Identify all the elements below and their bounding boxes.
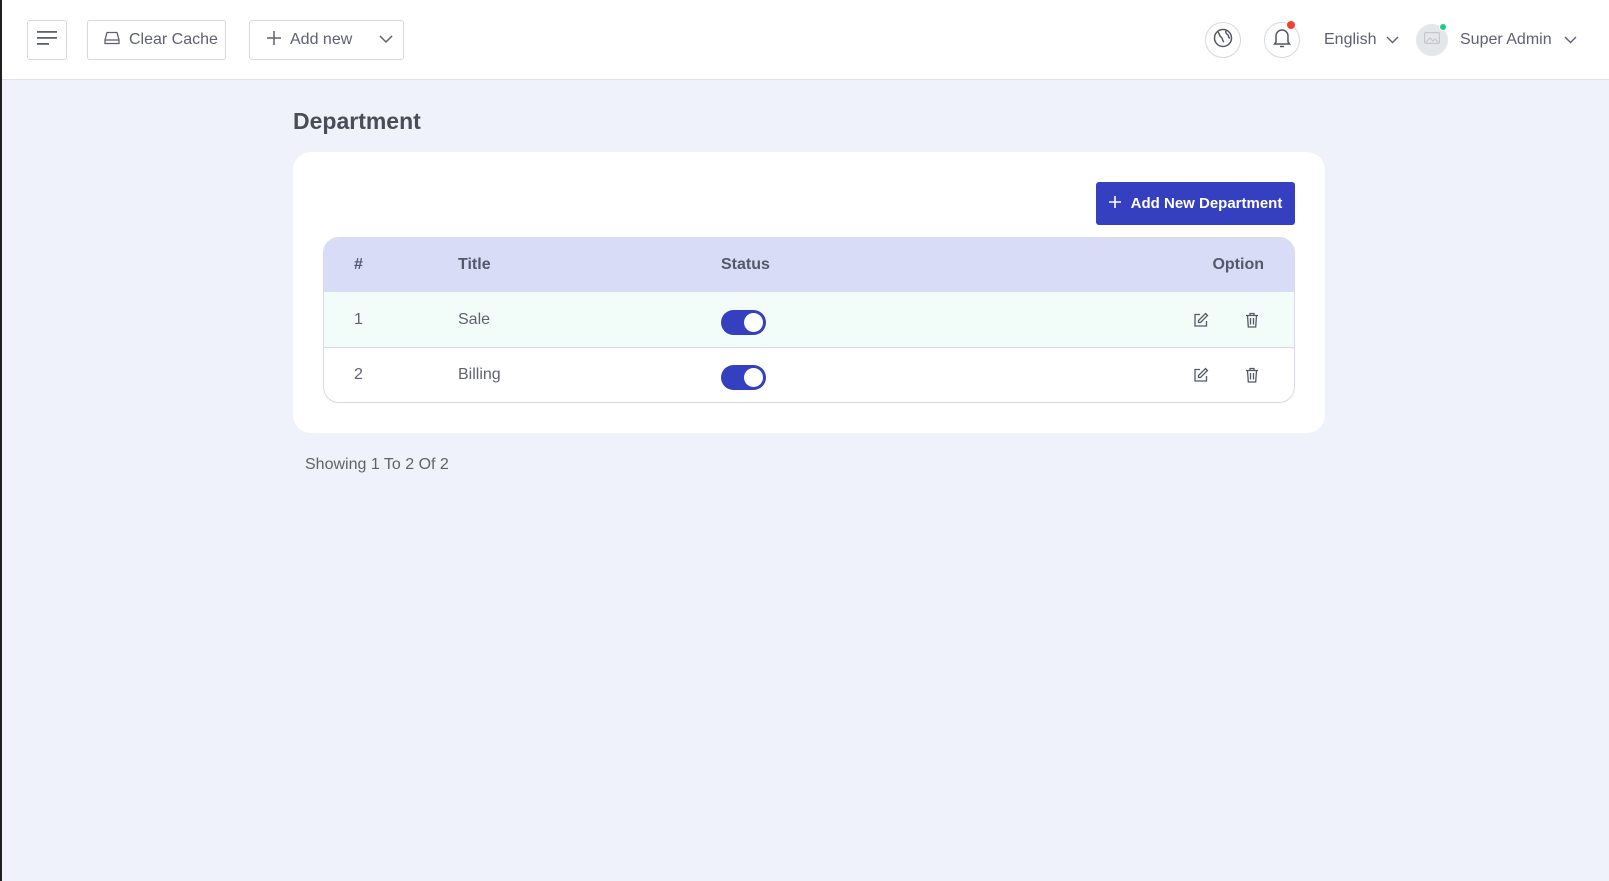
table-header: # Title Status Option	[324, 238, 1294, 292]
avatar	[1416, 23, 1448, 56]
eraser-icon	[104, 31, 120, 50]
globe-icon	[1213, 28, 1233, 53]
row-title: Billing	[458, 366, 501, 383]
status-cell	[721, 292, 766, 347]
plus-icon	[267, 30, 281, 50]
website-globe-button[interactable]	[1205, 22, 1241, 58]
add-new-department-button[interactable]: Add New Department	[1096, 182, 1295, 225]
language-selector[interactable]: English	[1324, 28, 1399, 52]
toggle-knob	[744, 312, 763, 332]
chevron-down-icon	[1564, 31, 1577, 49]
clear-cache-button[interactable]: Clear Cache	[87, 20, 226, 60]
chevron-down-icon	[379, 31, 393, 49]
trash-icon[interactable]	[1240, 363, 1264, 387]
table-row: 2 Billing	[324, 347, 1294, 402]
row-options	[1189, 292, 1264, 347]
table-row: 1 Sale	[324, 292, 1294, 347]
notification-badge	[1287, 21, 1295, 29]
edit-icon[interactable]	[1189, 308, 1213, 332]
online-status-dot	[1439, 23, 1447, 31]
trash-icon[interactable]	[1240, 308, 1264, 332]
top-navbar: Clear Cache Add new English Super Admin	[2, 0, 1609, 80]
bell-icon	[1273, 28, 1291, 53]
row-options	[1189, 348, 1264, 402]
status-toggle[interactable]	[721, 309, 766, 335]
page-title: Department	[293, 108, 421, 134]
plus-icon	[1108, 195, 1121, 212]
edit-icon[interactable]	[1189, 363, 1213, 387]
row-number: 1	[354, 310, 363, 328]
header-status: Status	[721, 256, 770, 273]
language-label: English	[1324, 31, 1377, 48]
notifications-button[interactable]	[1264, 21, 1300, 58]
toggle-knob	[744, 368, 763, 387]
sidebar-toggle-button[interactable]	[27, 20, 67, 60]
pagination-summary: Showing 1 To 2 Of 2	[305, 456, 449, 473]
chevron-down-icon	[1386, 31, 1399, 49]
user-profile-menu[interactable]: Super Admin	[1416, 22, 1577, 58]
status-toggle[interactable]	[721, 365, 766, 390]
user-name: Super Admin	[1460, 31, 1552, 48]
row-number: 2	[354, 366, 363, 383]
hamburger-menu-icon	[37, 30, 57, 51]
add-new-department-label: Add New Department	[1130, 195, 1283, 212]
row-title: Sale	[458, 310, 491, 328]
image-placeholder-icon	[1424, 31, 1441, 49]
header-number: #	[354, 256, 363, 273]
header-title: Title	[458, 256, 491, 273]
status-cell	[721, 348, 766, 402]
header-option: Option	[1212, 256, 1264, 273]
add-new-dropdown-button[interactable]: Add new	[249, 20, 404, 60]
add-new-label: Add new	[290, 31, 353, 48]
department-card: Add New Department # Title Status Option…	[293, 152, 1325, 433]
clear-cache-label: Clear Cache	[129, 31, 218, 48]
department-table: # Title Status Option 1 Sale 2 Billing	[323, 237, 1295, 403]
